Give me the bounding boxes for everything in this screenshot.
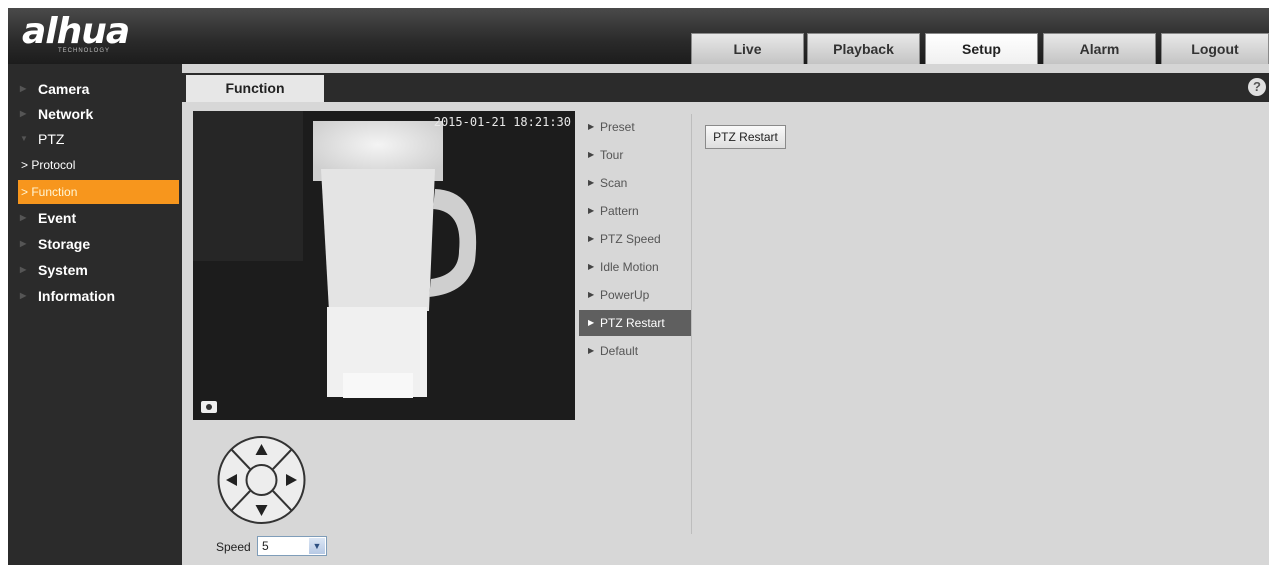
tab-live[interactable]: Live: [691, 33, 804, 64]
sidebar-item-label: Camera: [38, 81, 90, 97]
sidebar-item-network[interactable]: ▶ Network: [8, 102, 182, 126]
sidebar-item-camera[interactable]: ▶ Camera: [8, 77, 182, 101]
header: alhua TECHNOLOGY Live Playback Setup Ala…: [8, 8, 1269, 64]
sidebar: ▶ Camera ▶ Network ▼ PTZ > Protocol > Fu…: [8, 64, 182, 565]
collapsed-arrow-icon: ▶: [20, 213, 27, 222]
ptz-center-button[interactable]: [245, 464, 278, 496]
sidebar-item-label: Event: [38, 210, 77, 226]
sidebar-item-storage[interactable]: ▶ Storage: [8, 232, 182, 256]
osd-timestamp: 2015-01-21 18:21:30: [433, 115, 571, 129]
content-tab-bar: [182, 73, 1269, 102]
ptz-menu-pattern[interactable]: ▶ Pattern: [579, 198, 691, 224]
ptz-menu-default[interactable]: ▶ Default: [579, 338, 691, 364]
menu-item-label: Idle Motion: [600, 260, 659, 274]
tab-playback[interactable]: Playback: [807, 33, 920, 64]
help-icon[interactable]: ?: [1248, 78, 1266, 96]
collapsed-arrow-icon: ▶: [20, 265, 27, 274]
ptz-menu-ptz-restart[interactable]: ▶ PTZ Restart: [579, 310, 691, 336]
collapsed-arrow-icon: ▶: [20, 291, 27, 300]
tab-setup[interactable]: Setup: [925, 33, 1038, 64]
menu-item-label: Scan: [600, 176, 628, 190]
collapsed-arrow-icon: ▶: [20, 239, 27, 248]
sidebar-item-protocol[interactable]: > Protocol: [8, 153, 182, 177]
tab-function[interactable]: Function: [186, 75, 324, 102]
menu-arrow-icon: ▶: [588, 178, 595, 187]
ptz-restart-button[interactable]: PTZ Restart: [705, 125, 786, 149]
ptz-menu-tour[interactable]: ▶ Tour: [579, 142, 691, 168]
speed-select-value: 5: [262, 539, 269, 553]
menu-arrow-icon: ▶: [588, 318, 595, 327]
speed-select[interactable]: 5 ▼: [257, 536, 327, 556]
brand-logo: alhua: [22, 11, 130, 52]
ptz-menu-ptz-speed[interactable]: ▶ PTZ Speed: [579, 226, 691, 252]
menu-item-label: PowerUp: [600, 288, 650, 302]
menu-arrow-icon: ▶: [588, 346, 595, 355]
speed-label: Speed: [216, 540, 251, 554]
collapsed-arrow-icon: ▶: [20, 109, 27, 118]
menu-arrow-icon: ▶: [588, 262, 595, 271]
video-frame-image: [193, 111, 575, 420]
sidebar-item-label: PTZ: [38, 131, 65, 147]
sidebar-item-label: Information: [38, 288, 115, 304]
sidebar-item-event[interactable]: ▶ Event: [8, 206, 182, 230]
expanded-arrow-icon: ▼: [20, 134, 28, 143]
menu-arrow-icon: ▶: [588, 234, 595, 243]
sidebar-item-label: > Protocol: [21, 158, 76, 172]
sidebar-item-label: System: [38, 262, 88, 278]
ptz-menu-preset[interactable]: ▶ Preset: [579, 114, 691, 140]
menu-item-label: PTZ Speed: [600, 232, 661, 246]
menu-arrow-icon: ▶: [588, 150, 595, 159]
tab-logout[interactable]: Logout: [1161, 33, 1269, 64]
ptz-menu-powerup[interactable]: ▶ PowerUp: [579, 282, 691, 308]
chevron-down-icon[interactable]: ▼: [309, 538, 325, 554]
menu-item-label: Pattern: [600, 204, 639, 218]
collapsed-arrow-icon: ▶: [20, 84, 27, 93]
sidebar-item-label: Network: [38, 106, 94, 122]
menu-divider: [691, 114, 692, 534]
menu-arrow-icon: ▶: [588, 290, 595, 299]
sidebar-item-label: > Function: [21, 185, 78, 199]
menu-item-label: Tour: [600, 148, 624, 162]
ptz-menu-idle-motion[interactable]: ▶ Idle Motion: [579, 254, 691, 280]
sidebar-item-information[interactable]: ▶ Information: [8, 284, 182, 308]
brand-tagline: TECHNOLOGY: [58, 48, 111, 54]
snapshot-camera-icon[interactable]: [201, 401, 217, 413]
sidebar-item-function[interactable]: > Function: [18, 180, 179, 204]
sidebar-item-label: Storage: [38, 236, 91, 252]
menu-item-label: PTZ Restart: [600, 316, 665, 330]
menu-item-label: Preset: [600, 120, 635, 134]
sidebar-item-ptz[interactable]: ▼ PTZ: [8, 127, 182, 151]
ptz-menu-scan[interactable]: ▶ Scan: [579, 170, 691, 196]
tab-alarm[interactable]: Alarm: [1043, 33, 1156, 64]
live-video-preview[interactable]: 2015-01-21 18:21:30: [193, 111, 575, 420]
menu-item-label: Default: [600, 344, 639, 358]
ptz-direction-pad: [216, 435, 307, 525]
sidebar-item-system[interactable]: ▶ System: [8, 258, 182, 282]
menu-arrow-icon: ▶: [588, 122, 595, 131]
menu-arrow-icon: ▶: [588, 206, 595, 215]
